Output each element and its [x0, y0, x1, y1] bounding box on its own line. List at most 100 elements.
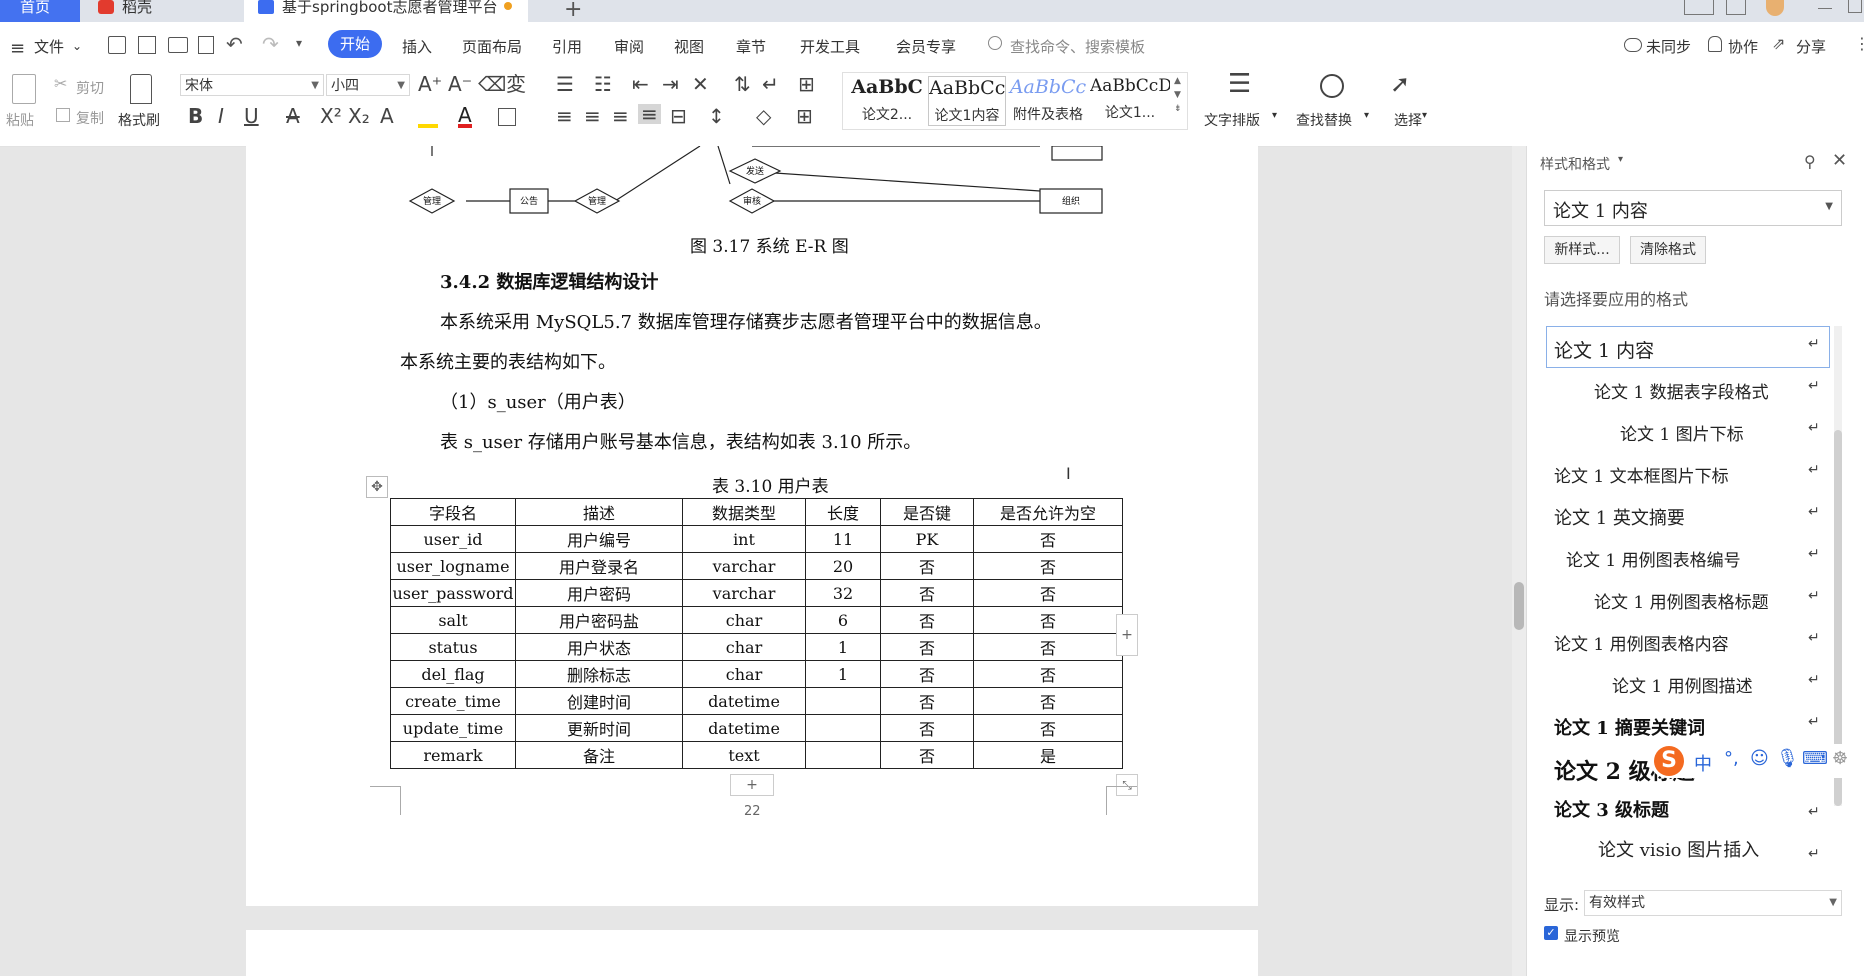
table-cell[interactable]: 否	[880, 579, 974, 607]
menu-start[interactable]: 开始	[328, 30, 382, 58]
table-cell[interactable]: user_id	[390, 525, 516, 553]
phonetic-icon[interactable]: 変	[506, 74, 526, 94]
command-search-input[interactable]: 查找命令、搜索模板	[1010, 36, 1145, 57]
table-cell[interactable]: update_time	[390, 714, 516, 742]
italic-icon[interactable]: I	[218, 106, 224, 126]
table-cell[interactable]: del_flag	[390, 660, 516, 688]
highlight-icon[interactable]	[418, 108, 438, 128]
table-cell[interactable]: 用户密码	[515, 579, 683, 607]
shrink-font-icon[interactable]: A⁻	[448, 74, 472, 94]
chinese-layout-icon[interactable]: ✕	[692, 74, 709, 94]
export-pdf-icon[interactable]	[138, 36, 156, 54]
borders-icon[interactable]: ⊞	[796, 106, 813, 126]
style-item[interactable]: 论文 1 用例图表格编号	[1566, 546, 1741, 571]
font-family-select[interactable]: 宋体 ▼	[180, 74, 324, 96]
add-row-button[interactable]: +	[730, 774, 774, 796]
microphone-icon[interactable]: 🎙	[1776, 748, 1799, 769]
table-cell[interactable]: datetime	[682, 687, 806, 715]
find-replace-icon[interactable]	[1320, 74, 1344, 98]
table-cell[interactable]: 用户登录名	[515, 552, 683, 580]
tab-ruler-icon[interactable]: ⊞	[798, 74, 815, 94]
style-thesis2[interactable]: AaBbC 论文2...	[846, 76, 928, 126]
table-cell[interactable]: 否	[880, 687, 974, 715]
table-cell[interactable]: status	[390, 633, 516, 661]
table-cell[interactable]: 删除标志	[515, 660, 683, 688]
table-cell[interactable]: char	[682, 660, 806, 688]
table-cell[interactable]: user_logname	[390, 552, 516, 580]
grow-font-icon[interactable]: A⁺	[418, 74, 442, 94]
cut-icon[interactable]: ✂	[54, 74, 67, 93]
scrollbar-thumb[interactable]	[1514, 582, 1524, 630]
style-item[interactable]: 论文 3 级标题	[1554, 796, 1669, 822]
chevron-down-icon[interactable]: ⌄	[72, 39, 82, 53]
save-icon[interactable]	[108, 36, 126, 54]
table-cell[interactable]: remark	[390, 741, 516, 769]
menu-references[interactable]: 引用	[552, 36, 582, 57]
chevron-down-icon[interactable]: ▾	[1618, 154, 1623, 165]
format-painter-icon[interactable]	[130, 74, 152, 104]
table-cell[interactable]: 否	[973, 714, 1123, 742]
emoji-icon[interactable]: ☺	[1750, 748, 1769, 769]
quick-access-chevron-icon[interactable]: ▾	[296, 36, 302, 50]
justify-icon[interactable]: ≡	[638, 104, 661, 124]
preview-checkbox[interactable]: ✓	[1544, 926, 1558, 940]
sogou-logo-icon[interactable]: S	[1654, 746, 1684, 776]
find-replace-button[interactable]: 查找替换	[1296, 110, 1352, 130]
table-cell[interactable]: 备注	[515, 741, 683, 769]
table-cell[interactable]: 否	[880, 660, 974, 688]
punctuation-icon[interactable]: °,	[1724, 748, 1739, 769]
table-cell[interactable]: 否	[880, 714, 974, 742]
table-cell[interactable]: 1	[805, 660, 881, 688]
new-tab-icon[interactable]: +	[564, 0, 582, 22]
style-item[interactable]: 论文 1 数据表字段格式	[1594, 378, 1769, 403]
menu-insert[interactable]: 插入	[402, 36, 432, 57]
table-cell[interactable]: 创建时间	[515, 687, 683, 715]
style-item[interactable]: 论文 1 文本框图片下标	[1554, 462, 1729, 487]
table-cell[interactable]: 否	[973, 552, 1123, 580]
style-item[interactable]: 论文 1 用例图表格内容	[1554, 630, 1729, 655]
table-cell[interactable]: 是否允许为空	[973, 498, 1123, 526]
keyboard-icon[interactable]: ⌨	[1802, 748, 1828, 769]
cut-button[interactable]: 剪切	[76, 78, 104, 98]
superscript-icon[interactable]: X²	[320, 106, 342, 126]
ime-lang-toggle[interactable]: 中	[1694, 750, 1712, 776]
style-item[interactable]: 论文 1 用例图描述	[1612, 672, 1753, 697]
numbered-list-icon[interactable]: ☷	[594, 74, 612, 94]
document-scrollbar[interactable]	[1512, 146, 1526, 976]
style-item[interactable]: 论文 visio 图片插入	[1598, 836, 1759, 862]
layout-icon[interactable]	[1684, 0, 1714, 15]
table-cell[interactable]: datetime	[682, 714, 806, 742]
table-cell[interactable]: 否	[880, 606, 974, 634]
share-button[interactable]: 分享	[1796, 36, 1826, 57]
style-appendix[interactable]: AaBbCc 附件及表格	[1008, 76, 1088, 126]
increase-indent-icon[interactable]: ⇥	[662, 74, 679, 94]
show-filter-select[interactable]: 有效样式 ▼	[1584, 890, 1842, 916]
table-cell[interactable]	[805, 741, 881, 769]
table-cell[interactable]: varchar	[682, 552, 806, 580]
table-move-icon[interactable]: ✥	[366, 476, 388, 498]
table-cell[interactable]: user_password	[390, 579, 516, 607]
table-cell[interactable]: char	[682, 606, 806, 634]
print-icon[interactable]	[168, 37, 188, 53]
clear-format-button[interactable]: 清除格式	[1630, 236, 1706, 264]
table-cell[interactable]: 6	[805, 606, 881, 634]
menu-page-layout[interactable]: 页面布局	[462, 36, 522, 57]
table-cell[interactable]: 20	[805, 552, 881, 580]
table-cell[interactable]	[805, 714, 881, 742]
align-right-icon[interactable]: ≡	[612, 106, 629, 126]
table-cell[interactable]: text	[682, 741, 806, 769]
style-item[interactable]: 论文 1 摘要关键词	[1554, 714, 1705, 740]
text-effect-icon[interactable]: A	[380, 106, 394, 126]
clear-format-icon[interactable]: ⌫	[478, 74, 506, 94]
distribute-icon[interactable]: ⊟	[670, 106, 687, 126]
font-color-icon[interactable]: A	[458, 105, 472, 128]
table-cell[interactable]: 否	[973, 633, 1123, 661]
collaborate-button[interactable]: 协作	[1728, 36, 1758, 57]
table-cell[interactable]: 否	[880, 741, 974, 769]
table-cell[interactable]: 32	[805, 579, 881, 607]
style-thesis1[interactable]: AaBbCcD 论文1...	[1090, 76, 1170, 126]
skin-icon[interactable]: ☸	[1832, 748, 1848, 769]
undo-icon[interactable]: ↶	[226, 32, 243, 56]
style-thesis1-content[interactable]: AaBbCcI 论文1内容	[928, 76, 1006, 126]
table-cell[interactable]: 数据类型	[682, 498, 806, 526]
